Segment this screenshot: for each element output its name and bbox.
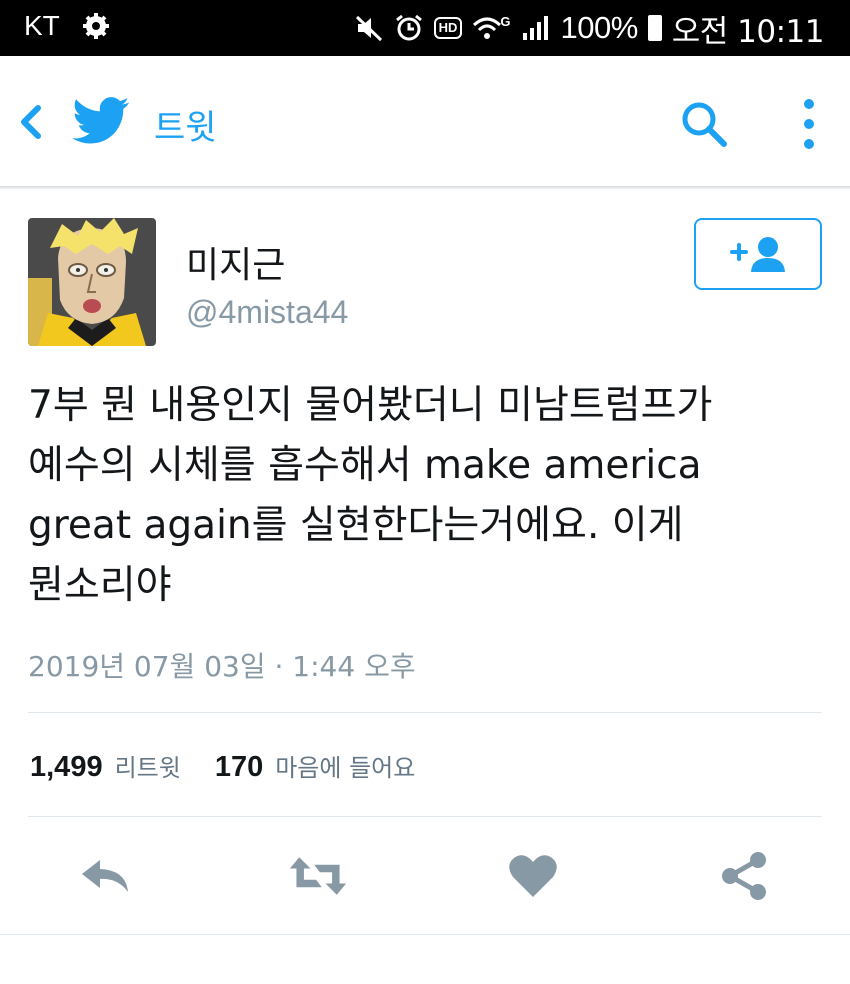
divider: [28, 712, 822, 713]
page-title: 트윗: [154, 108, 217, 148]
follow-button[interactable]: [694, 218, 822, 290]
status-icons: HD G 100% 오전 10:11: [354, 8, 825, 50]
network-label: G: [500, 13, 511, 29]
battery-icon: [647, 15, 662, 41]
divider: [28, 816, 822, 817]
like-label[interactable]: 마음에 들어요: [275, 748, 415, 783]
carrier-label: KT: [24, 10, 60, 41]
gear-icon: [83, 13, 109, 39]
app-bar-shadow: [0, 186, 850, 190]
like-button[interactable]: [503, 846, 563, 906]
hd-badge: HD: [433, 17, 463, 39]
alarm-icon: [395, 14, 422, 41]
back-icon[interactable]: [14, 100, 48, 144]
author-handle[interactable]: @4mista44: [186, 294, 348, 331]
signal-icon: [523, 16, 549, 40]
more-vertical-icon[interactable]: [796, 96, 822, 152]
share-icon: [722, 852, 766, 900]
share-button[interactable]: [714, 846, 774, 906]
reply-icon: [82, 860, 128, 892]
reply-button[interactable]: [76, 846, 136, 906]
like-count[interactable]: 170: [215, 751, 263, 784]
mute-icon: [355, 15, 382, 42]
retweet-count[interactable]: 1,499: [30, 751, 103, 784]
clock: 오전 10:11: [671, 13, 825, 50]
add-user-icon: [730, 237, 785, 272]
status-bar: KT HD G 100% 오전 10:11: [0, 0, 850, 56]
app-bar: 트윗: [0, 56, 850, 188]
tweet-stats: 1,499 리트윗 170 마음에 들어요: [30, 748, 437, 788]
retweet-label[interactable]: 리트윗: [115, 748, 181, 783]
avatar[interactable]: [28, 218, 156, 346]
like-icon: [509, 855, 557, 897]
twitter-bird-icon: [72, 97, 130, 144]
battery-percent: 100%: [560, 10, 638, 45]
search-icon[interactable]: [678, 98, 730, 150]
tweet-timestamp[interactable]: 2019년 07월 03일 · 1:44 오후: [28, 645, 416, 685]
tweet-text: 7부 뭔 내용인지 물어봤더니 미남트럼프가 예수의 시체를 흡수해서 make…: [28, 383, 713, 608]
retweet-button[interactable]: [288, 846, 348, 906]
wifi-icon: [473, 17, 502, 39]
retweet-icon: [289, 857, 347, 895]
divider: [0, 934, 850, 935]
author-display-name[interactable]: 미지근: [186, 236, 285, 288]
